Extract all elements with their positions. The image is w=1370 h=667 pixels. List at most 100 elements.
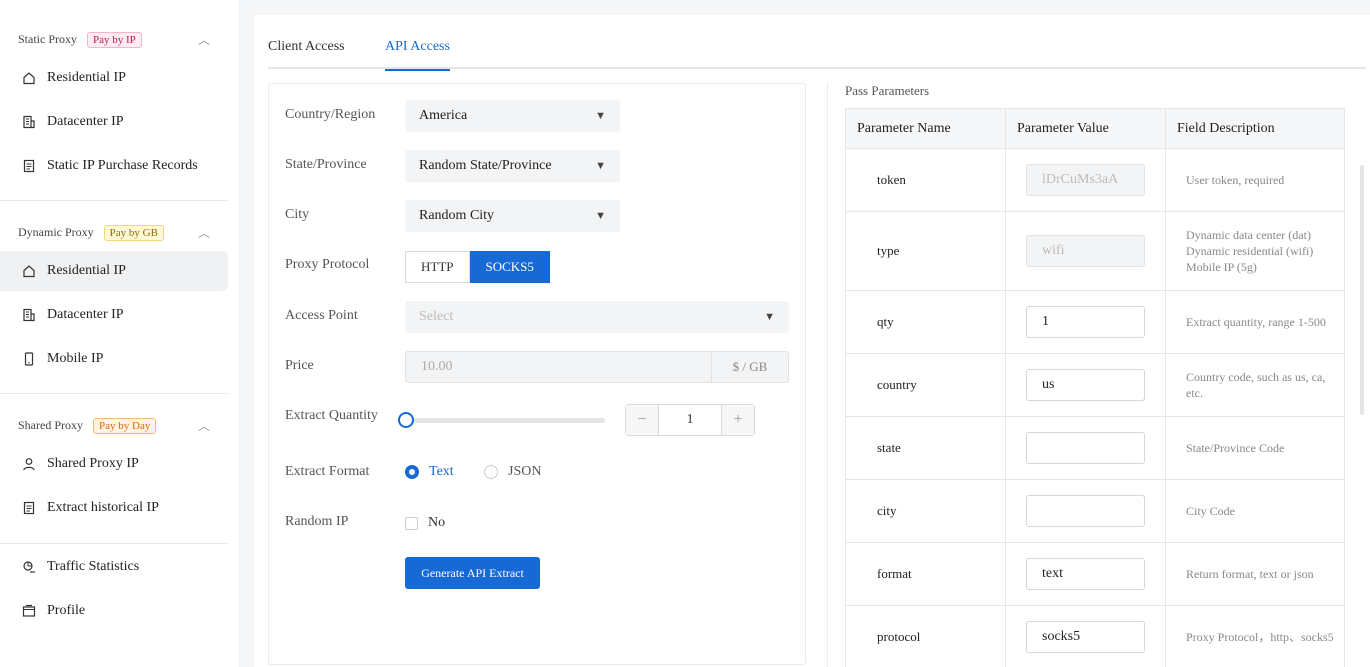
protocol-socks5-button[interactable]: SOCKS5 — [469, 251, 550, 283]
param-name: state — [845, 416, 1006, 480]
chevron-up-icon[interactable]: ︿ — [198, 224, 210, 241]
format-label: Extract Format — [285, 464, 370, 479]
quantity-input[interactable]: 1 — [658, 405, 722, 435]
random-ip-label: Random IP — [285, 514, 349, 529]
format-json-radio[interactable]: JSON — [484, 464, 541, 480]
sidebar-item-residential-ip[interactable]: Residential IP — [0, 58, 228, 98]
protocol-label: Proxy Protocol — [285, 257, 370, 272]
group-dynamic-proxy[interactable]: Dynamic Proxy Pay by GB ︿ — [18, 224, 210, 241]
sidebar-item-label: Extract historical IP — [47, 500, 159, 515]
state-label: State/Province — [285, 157, 367, 172]
quantity-label: Extract Quantity — [285, 408, 378, 423]
param-description: User token, required — [1165, 148, 1345, 212]
group-shared-proxy[interactable]: Shared Proxy Pay by Day ︿ — [18, 417, 210, 434]
user-icon — [22, 457, 36, 471]
param-description: Return format, text or json — [1165, 542, 1345, 606]
sidebar-item-datacenter-ip[interactable]: Datacenter IP — [0, 102, 228, 142]
building-icon — [22, 308, 36, 322]
format-text-radio[interactable]: Text — [405, 464, 454, 480]
table-row: country us Country code, such as us, ca,… — [845, 353, 1345, 417]
param-value-input[interactable] — [1026, 495, 1145, 527]
format-json-label: JSON — [508, 464, 542, 479]
tab-api-access[interactable]: API Access — [385, 39, 450, 71]
sidebar-item-static-ip-purchase-records[interactable]: Static IP Purchase Records — [0, 146, 228, 186]
slider-handle[interactable] — [398, 412, 414, 428]
pay-badge: Pay by IP — [87, 31, 142, 48]
sidebar-item-shared-proxy-ip[interactable]: Shared Proxy IP — [0, 444, 228, 484]
table-row: format text Return format, text or json — [845, 542, 1345, 606]
table-row: city City Code — [845, 479, 1345, 543]
sidebar-item-label: Residential IP — [47, 263, 126, 278]
minus-button[interactable]: − — [626, 405, 658, 435]
param-value-cell — [1005, 416, 1166, 480]
chevron-down-icon: ▼ — [764, 311, 775, 323]
country-select[interactable]: America ▼ — [405, 100, 620, 132]
document-icon — [22, 501, 36, 515]
group-static-proxy[interactable]: Static Proxy Pay by IP ︿ — [18, 31, 210, 48]
sidebar-item-label: Traffic Statistics — [47, 559, 140, 574]
state-select[interactable]: Random State/Province ▼ — [405, 150, 620, 182]
parameters-table: Parameter Name Parameter Value Field Des… — [845, 108, 1345, 667]
generate-api-extract-button[interactable]: Generate API Extract — [405, 557, 540, 589]
param-name: token — [845, 148, 1006, 212]
table-row: qty 1 Extract quantity, range 1-500 — [845, 290, 1345, 354]
tab-bar: Client Access API Access — [268, 15, 1366, 71]
sidebar-item-label: Datacenter IP — [47, 307, 124, 322]
header-parameter-name: Parameter Name — [845, 108, 1006, 149]
divider — [0, 543, 228, 544]
chevron-up-icon[interactable]: ︿ — [198, 31, 210, 48]
city-select[interactable]: Random City ▼ — [405, 200, 620, 232]
param-value-input[interactable]: us — [1026, 369, 1145, 401]
sidebar-item-label: Residential IP — [47, 70, 126, 85]
home-icon — [22, 71, 36, 85]
param-name: qty — [845, 290, 1006, 354]
pass-parameters-title: Pass Parameters — [845, 83, 930, 98]
chevron-up-icon[interactable]: ︿ — [198, 417, 210, 434]
format-text-label: Text — [429, 464, 454, 479]
param-name: format — [845, 542, 1006, 606]
param-value-input[interactable]: text — [1026, 558, 1145, 590]
price-unit: $ / GB — [712, 351, 789, 383]
country-label: Country/Region — [285, 107, 376, 122]
sidebar-item-profile[interactable]: Profile — [0, 591, 228, 631]
param-value-cell: lDrCuMs3aA — [1005, 148, 1166, 212]
tab-client-access[interactable]: Client Access — [268, 39, 345, 69]
scrollbar[interactable] — [1360, 165, 1364, 415]
sidebar-item-residential-ip-dynamic[interactable]: Residential IP — [0, 251, 228, 291]
random-ip-checkbox[interactable]: No — [405, 515, 445, 531]
pay-badge: Pay by Day — [93, 417, 157, 434]
stats-icon — [22, 560, 36, 574]
param-value-input[interactable]: socks5 — [1026, 621, 1145, 653]
group-title: Dynamic Proxy — [18, 225, 94, 239]
protocol-http-button[interactable]: HTTP — [405, 251, 470, 283]
document-icon — [22, 159, 36, 173]
param-value-input[interactable]: 1 — [1026, 306, 1145, 338]
radio-unchecked-icon — [484, 465, 498, 479]
price-field: 10.00 $ / GB — [405, 351, 789, 383]
table-row: protocol socks5 Proxy Protocol，http、sock… — [845, 605, 1345, 667]
mobile-icon — [22, 352, 36, 366]
sidebar-item-traffic-statistics[interactable]: Traffic Statistics — [0, 547, 228, 587]
chevron-down-icon: ▼ — [595, 110, 606, 122]
sidebar-item-label: Mobile IP — [47, 351, 104, 366]
header-field-description: Field Description — [1165, 108, 1345, 149]
extract-form: Country/Region America ▼ State/Province … — [268, 83, 806, 665]
checkbox-icon — [405, 516, 418, 530]
quantity-slider[interactable] — [405, 418, 605, 423]
state-value: Random State/Province — [419, 158, 552, 173]
param-value-cell: socks5 — [1005, 605, 1166, 667]
param-value-cell — [1005, 479, 1166, 543]
sidebar-item-datacenter-ip-dynamic[interactable]: Datacenter IP — [0, 295, 228, 335]
divider — [0, 393, 228, 394]
plus-button[interactable]: + — [722, 405, 754, 435]
main-panel: Client Access API Access Country/Region … — [254, 15, 1370, 667]
sidebar-item-mobile-ip[interactable]: Mobile IP — [0, 339, 228, 379]
access-point-select[interactable]: Select ▼ — [405, 301, 789, 333]
sidebar-item-extract-historical-ip[interactable]: Extract historical IP — [0, 488, 228, 528]
chevron-down-icon: ▼ — [595, 160, 606, 172]
country-value: America — [419, 108, 468, 123]
param-name: city — [845, 479, 1006, 543]
sidebar-item-label: Profile — [47, 603, 86, 618]
sidebar-item-label: Static IP Purchase Records — [47, 158, 198, 173]
param-value-input[interactable] — [1026, 432, 1145, 464]
